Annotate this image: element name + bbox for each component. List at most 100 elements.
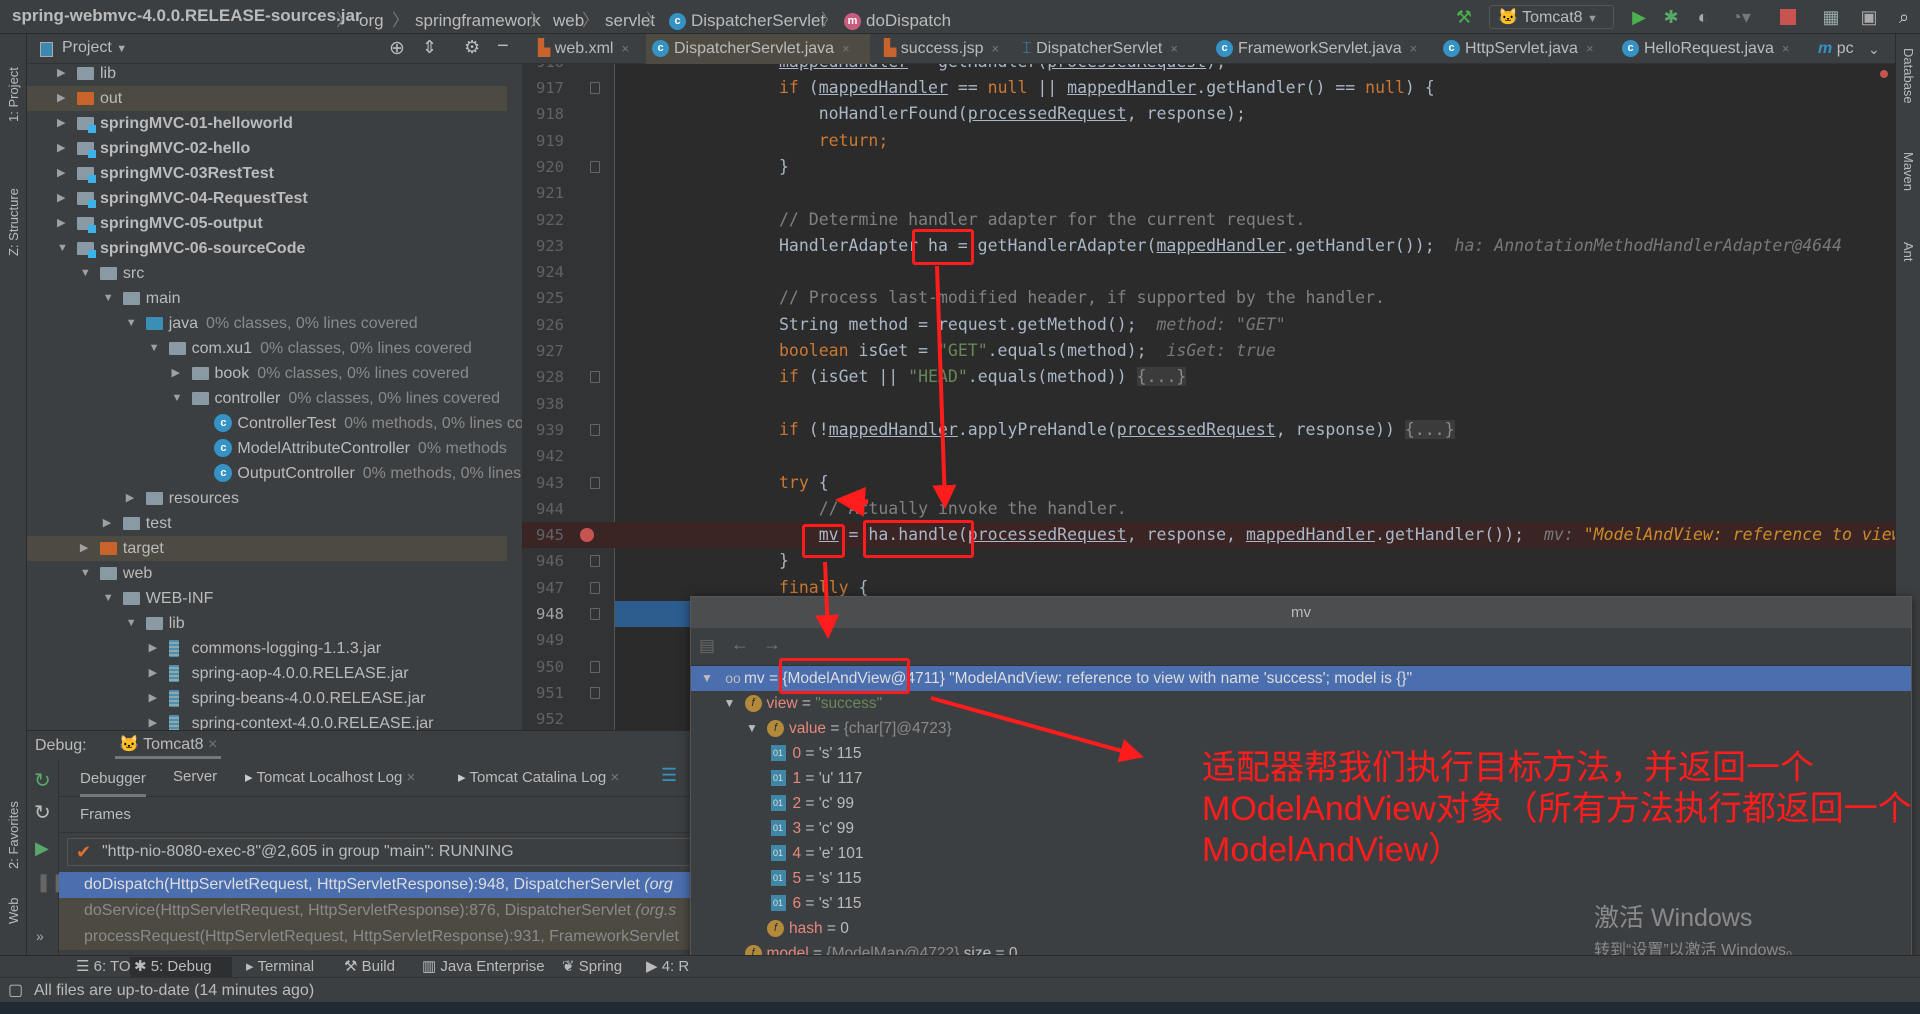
chevron-right-icon[interactable]: ▶ (57, 186, 69, 211)
tool-spring[interactable]: ❦ Spring (558, 957, 626, 977)
tab-hellorequest-java[interactable]: c HelloRequest.java × (1616, 34, 1795, 64)
tree-item[interactable]: cControllerTest 0% methods, 0% lines cove… (27, 411, 522, 436)
more-icon[interactable]: » (36, 928, 44, 944)
fold-marker-icon[interactable] (590, 686, 600, 699)
tool-maven[interactable]: Maven (1901, 152, 1916, 191)
fold-marker-icon[interactable] (590, 581, 600, 594)
tree-item[interactable]: ▼ com.xu1 0% classes, 0% lines covered (27, 336, 507, 361)
stop-icon[interactable] (1780, 9, 1796, 25)
code-line[interactable]: 943 try { (522, 470, 1895, 496)
tree-item[interactable]: ▼ lib (27, 611, 507, 636)
tab-server[interactable]: Server (173, 768, 217, 785)
layout-icon[interactable]: ▣ (1858, 5, 1880, 29)
tree-item[interactable]: ▶ resources (27, 486, 507, 511)
rerun-icon[interactable]: ↻ (34, 768, 51, 793)
tab-web-xml[interactable]: ▙ web.xml × (532, 34, 635, 64)
tool-run[interactable]: ▶ 4: R (642, 957, 693, 977)
chevron-right-icon[interactable]: ▶ (149, 636, 161, 661)
fold-marker-icon[interactable] (590, 476, 600, 489)
tree-item[interactable]: ▶ springMVC-05-output (27, 211, 507, 236)
variable-row[interactable]: ▼ f value = {char[7]@4723} (691, 716, 1911, 741)
close-icon[interactable]: × (1586, 41, 1594, 56)
chevron-right-icon[interactable]: ▶ (172, 361, 184, 386)
chevron-right-icon[interactable]: ▶ (80, 536, 92, 561)
tree-item[interactable]: ▶ commons-logging-1.1.3.jar (27, 636, 507, 661)
tree-item[interactable]: ▶ spring-aop-4.0.0.RELEASE.jar (27, 661, 507, 686)
tree-item[interactable]: ▶ springMVC-01-helloworld (27, 111, 507, 136)
code-line[interactable]: 939 if (!mappedHandler.applyPreHandle(pro… (522, 417, 1895, 443)
resume-icon[interactable]: ▶ (35, 838, 49, 859)
chevron-right-icon[interactable]: ▶ (126, 486, 138, 511)
tree-item[interactable]: ▶ spring-context-4.0.0.RELEASE.jar (27, 711, 507, 730)
layout-menu-icon[interactable]: ☰ (661, 765, 677, 786)
tab-httpservlet-java[interactable]: c HttpServlet.java × (1437, 34, 1600, 64)
chevron-right-icon[interactable]: ▶ (103, 511, 115, 536)
chevron-down-icon[interactable]: ▼ (701, 666, 713, 691)
tree-item[interactable]: ▶ test (27, 511, 507, 536)
coverage-icon[interactable]: ◐ (1692, 5, 1714, 29)
locate-icon[interactable]: ⊕ (389, 37, 405, 60)
close-icon[interactable]: × (208, 736, 217, 753)
fold-marker-icon[interactable] (590, 555, 600, 568)
tree-item[interactable]: ▶ out (27, 86, 507, 111)
profile-icon[interactable]: ◔▾ (1726, 5, 1756, 29)
code-line[interactable]: 946} (522, 548, 1895, 574)
chevron-right-icon[interactable]: ▶ (57, 111, 69, 136)
fold-marker-icon[interactable] (590, 371, 600, 384)
tree-item[interactable]: ▼ web (27, 561, 507, 586)
tool-favorites[interactable]: 2: Favorites (6, 769, 21, 869)
tool-project[interactable]: 1: Project (6, 42, 21, 122)
project-view-dropdown[interactable]: Project ▼ (62, 39, 127, 57)
tab-frameworkservlet-java[interactable]: c FrameworkServlet.java × (1210, 34, 1423, 64)
tree-item[interactable]: ▼ controller 0% classes, 0% lines covered (27, 386, 507, 411)
tree-item[interactable]: ▶ spring-beans-4.0.0.RELEASE.jar (27, 686, 507, 711)
stack-frame[interactable]: processRequest(HttpServletRequest, HttpS… (59, 924, 690, 950)
tree-item[interactable]: ▼ springMVC-06-sourceCode (27, 236, 507, 261)
breadcrumb-method[interactable]: 〉 m doDispatch (815, 6, 951, 31)
run-config-dropdown[interactable]: 🐱 Tomcat8 ▼ (1489, 5, 1614, 29)
chevron-down-icon[interactable]: ▼ (724, 691, 736, 716)
tree-item[interactable]: ▶ lib (27, 64, 507, 86)
tree-item[interactable]: ▶ springMVC-04-RequestTest (27, 186, 507, 211)
chevron-right-icon[interactable]: ▶ (57, 86, 69, 111)
tree-item[interactable]: ▶ springMVC-02-hello (27, 136, 507, 161)
code-line[interactable]: 917 if (mappedHandler == null || mappedHa… (522, 75, 1895, 101)
chevron-down-icon[interactable]: ▼ (103, 286, 115, 311)
close-icon[interactable]: × (621, 41, 629, 56)
breadcrumb-jar[interactable]: spring-webmvc-4.0.0.RELEASE-sources.jar (12, 6, 362, 26)
close-icon[interactable]: × (1410, 41, 1418, 56)
code-line[interactable]: 927 boolean isGet = "GET".equals(method);… (522, 338, 1895, 364)
tree-item[interactable]: ▼ src (27, 261, 507, 286)
tool-debug[interactable]: ✱ 5: Debug (130, 957, 232, 977)
tool-structure[interactable]: Z: Structure (6, 146, 21, 256)
code-line[interactable]: 938 (522, 391, 1895, 417)
close-icon[interactable]: × (842, 41, 850, 56)
chevron-down-icon[interactable]: ▼ (57, 236, 69, 261)
breakpoint-icon[interactable] (580, 528, 594, 543)
code-line[interactable]: 924 (522, 259, 1895, 285)
breadcrumb-class[interactable]: 〉 c DispatcherServlet (640, 6, 825, 31)
tool-build[interactable]: ⚒ Build (340, 957, 399, 977)
tab-debugger[interactable]: Debugger (80, 760, 146, 797)
tree-item[interactable]: ▶ book 0% classes, 0% lines covered (27, 361, 507, 386)
tree-item[interactable]: ▼ java 0% classes, 0% lines covered (27, 311, 507, 336)
chevron-right-icon[interactable]: ▶ (57, 161, 69, 186)
chevron-right-icon[interactable]: ▶ (57, 64, 69, 86)
tool-web[interactable]: Web (6, 884, 21, 925)
run-icon[interactable]: ▶ (1628, 5, 1650, 29)
code-line[interactable]: 928 if (isGet || "HEAD".equals(method)) {… (522, 364, 1895, 390)
chevron-right-icon[interactable]: ▶ (149, 661, 161, 686)
code-line[interactable]: 925 // Process last-modified header, if s… (522, 285, 1895, 311)
stack-frame[interactable]: doService(HttpServletRequest, HttpServle… (59, 898, 690, 924)
tab-dispatcherservlet-class[interactable]: ⌶ DispatcherServlet × (1016, 34, 1184, 64)
tool-database[interactable]: Database (1901, 48, 1916, 104)
code-line[interactable]: 916 mappedHandler = getHandler(processedR… (522, 64, 1895, 75)
minimize-icon[interactable]: − (497, 35, 509, 58)
chevron-down-icon[interactable]: ▼ (126, 611, 138, 636)
tab-localhost-log[interactable]: ▸ Tomcat Localhost Log × (245, 768, 415, 786)
search-icon[interactable]: ⌕ (1893, 5, 1915, 29)
chevron-down-icon[interactable]: ▼ (80, 261, 92, 286)
fold-marker-icon[interactable] (590, 608, 600, 620)
chevron-down-icon[interactable]: ▼ (172, 386, 184, 411)
close-icon[interactable]: × (1170, 41, 1178, 56)
